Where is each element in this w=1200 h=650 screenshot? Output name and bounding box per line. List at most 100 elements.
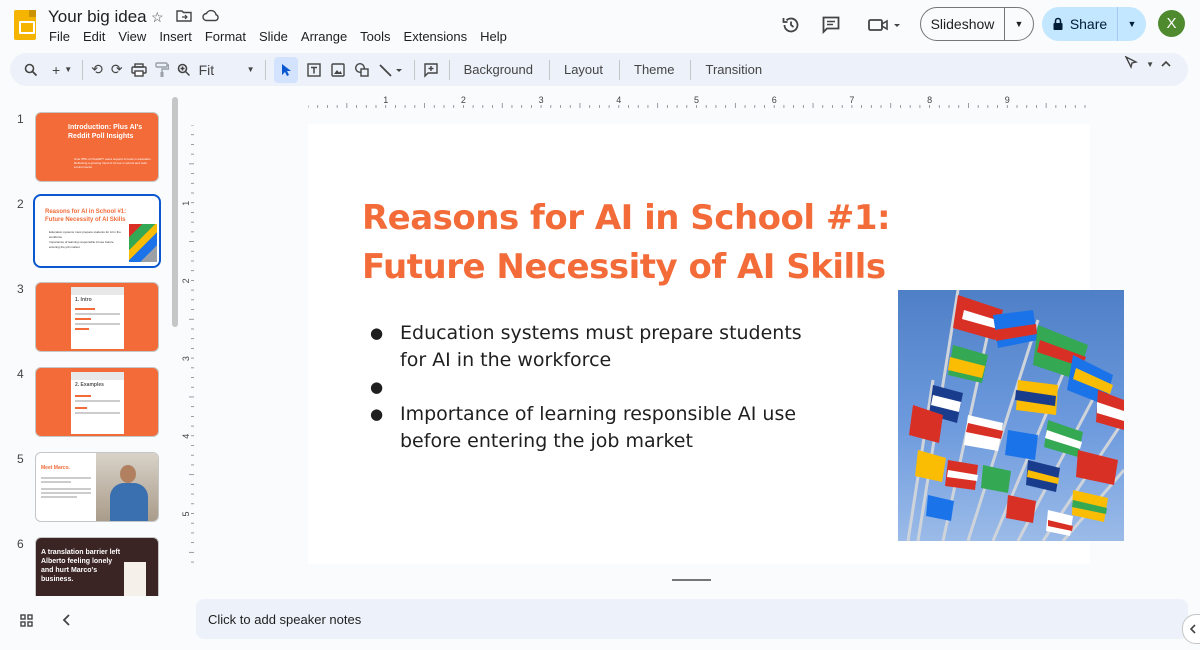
menu-view[interactable]: View	[118, 29, 146, 44]
redo-icon[interactable]: ⟳	[111, 57, 123, 83]
zoom-select[interactable]: Fit ▼	[199, 57, 255, 83]
ruler-label: 3	[539, 95, 544, 105]
menu-tools[interactable]: Tools	[360, 29, 390, 44]
share-main[interactable]: Share	[1042, 7, 1118, 41]
transition-button[interactable]: Transition	[699, 57, 768, 83]
menu-file[interactable]: File	[49, 29, 70, 44]
zoom-icon[interactable]	[177, 57, 191, 83]
lock-icon	[1053, 17, 1063, 30]
slide-thumbnail-selected[interactable]: Reasons for AI in School #1: Future Nece…	[33, 194, 161, 268]
select-tool-icon[interactable]	[273, 56, 298, 83]
thumbnail-title: A translation barrier left Alberto feeli…	[41, 549, 121, 583]
slide-number: 4	[17, 367, 24, 381]
menu-format[interactable]: Format	[205, 29, 246, 44]
thumbnail-title: Introduction: Plus AI's Reddit Poll Insi…	[68, 124, 143, 140]
toolbar: + ▼ ⟲ ⟳ Fit ▼ Background Layout Theme Tr…	[10, 53, 1188, 86]
thumbnail-title: 1. Intro	[75, 297, 92, 303]
thumbnail-flags-image	[129, 224, 157, 262]
notes-resize-handle[interactable]	[672, 579, 711, 581]
document-title[interactable]: Your big idea	[48, 7, 147, 27]
ruler-label: 3	[181, 356, 191, 361]
add-comment-icon[interactable]	[423, 57, 439, 83]
pen-tool-icon[interactable]	[1124, 55, 1140, 73]
ruler-label: 4	[616, 95, 621, 105]
slide-number: 1	[17, 112, 24, 126]
menu-slide[interactable]: Slide	[259, 29, 288, 44]
slide-title[interactable]: Reasons for AI in School #1: Future Nece…	[362, 194, 922, 292]
menu-arrange[interactable]: Arrange	[301, 29, 347, 44]
shape-icon[interactable]	[354, 57, 370, 83]
comments-icon[interactable]	[818, 12, 844, 38]
avatar[interactable]: X	[1158, 10, 1185, 37]
cloud-saved-icon[interactable]	[202, 9, 220, 25]
bullet-item[interactable]: Education systems must prepare students …	[370, 320, 810, 374]
bullet-item[interactable]	[370, 374, 810, 401]
slide-number: 5	[17, 452, 24, 466]
print-icon[interactable]	[130, 57, 147, 83]
slide-canvas[interactable]: Reasons for AI in School #1: Future Nece…	[308, 124, 1124, 564]
zoom-value: Fit	[198, 61, 215, 78]
thumbnail-person-image	[96, 453, 158, 521]
menu-help[interactable]: Help	[480, 29, 507, 44]
slideshow-button[interactable]: Slideshow ▼	[920, 7, 1034, 41]
version-history-icon[interactable]	[778, 12, 804, 38]
search-menus-icon[interactable]	[24, 57, 38, 83]
slide-number: 2	[17, 197, 24, 211]
move-folder-icon[interactable]	[176, 9, 192, 26]
grid-view-icon[interactable]	[20, 614, 34, 632]
ruler-label: 2	[461, 95, 466, 105]
ruler-label: 5	[694, 95, 699, 105]
background-button[interactable]: Background	[458, 57, 539, 83]
horizontal-ruler[interactable]: 1 2 3 4 5 6 7 8 9	[307, 94, 1090, 108]
ruler-label: 8	[927, 95, 932, 105]
menu-insert[interactable]: Insert	[159, 29, 192, 44]
slide-body[interactable]: Education systems must prepare students …	[370, 320, 810, 455]
insert-image-icon[interactable]	[330, 57, 346, 83]
ruler-label: 5	[181, 511, 191, 516]
share-button[interactable]: Share ▼	[1042, 7, 1146, 41]
star-icon[interactable]: ☆	[151, 9, 164, 26]
ruler-label: 1	[383, 95, 388, 105]
slide-thumbnail[interactable]: Introduction: Plus AI's Reddit Poll Insi…	[35, 112, 159, 182]
ruler-label: 4	[181, 434, 191, 439]
slides-logo-icon[interactable]	[14, 10, 36, 40]
layout-button[interactable]: Layout	[558, 57, 609, 83]
collapse-filmstrip-icon[interactable]	[62, 613, 72, 631]
thumbnail-text: Importance of learning responsible AI us…	[49, 240, 114, 249]
slide-number: 6	[17, 537, 24, 551]
vertical-ruler[interactable]: 1 2 3 4 5	[178, 124, 194, 565]
thumbnail-title: Meet Marco.	[41, 465, 70, 471]
new-slide-icon[interactable]: + ▼	[52, 57, 72, 83]
theme-button[interactable]: Theme	[628, 57, 680, 83]
undo-icon[interactable]: ⟲	[91, 57, 103, 83]
menu-extensions[interactable]: Extensions	[404, 29, 468, 44]
slide-thumbnail[interactable]: Meet Marco.	[35, 452, 159, 522]
speaker-notes-placeholder: Click to add speaker notes	[208, 611, 362, 627]
line-icon[interactable]	[378, 57, 404, 83]
slideshow-label[interactable]: Slideshow	[921, 8, 1005, 40]
ruler-label: 6	[772, 95, 777, 105]
paint-format-icon[interactable]	[154, 57, 169, 83]
slide-thumbnail[interactable]: A translation barrier left Alberto feeli…	[35, 537, 159, 596]
pen-dropdown-icon[interactable]: ▼	[1146, 60, 1154, 69]
meet-video-icon[interactable]	[862, 12, 906, 38]
flags-image[interactable]	[898, 290, 1124, 541]
slide-number: 3	[17, 282, 24, 296]
slide-thumbnail[interactable]: 1. Intro	[35, 282, 159, 352]
menu-edit[interactable]: Edit	[83, 29, 105, 44]
side-panel-toggle-icon[interactable]	[1182, 614, 1200, 644]
text-box-icon[interactable]	[306, 57, 322, 83]
thumbnail-title: Reasons for AI in School #1: Future Nece…	[45, 209, 127, 223]
ruler-label: 9	[1005, 95, 1010, 105]
share-dropdown-icon[interactable]: ▼	[1118, 7, 1146, 41]
thumbnail-text: Education systems must prepare students …	[49, 230, 121, 239]
share-label: Share	[1069, 16, 1108, 32]
speaker-notes-field[interactable]: Click to add speaker notes	[196, 599, 1188, 639]
slideshow-dropdown-icon[interactable]: ▼	[1005, 8, 1033, 40]
collapse-toolbar-icon[interactable]	[1160, 57, 1172, 72]
slide-thumbnail[interactable]: 2. Examples	[35, 367, 159, 437]
thumbnail-text: Reflecting a growing trend of AI use in …	[74, 161, 148, 169]
bullet-item[interactable]: Importance of learning responsible AI us…	[370, 401, 810, 455]
menu-bar: File Edit View Insert Format Slide Arran…	[49, 29, 520, 44]
filmstrip: 1 Introduction: Plus AI's Reddit Poll In…	[0, 96, 180, 596]
